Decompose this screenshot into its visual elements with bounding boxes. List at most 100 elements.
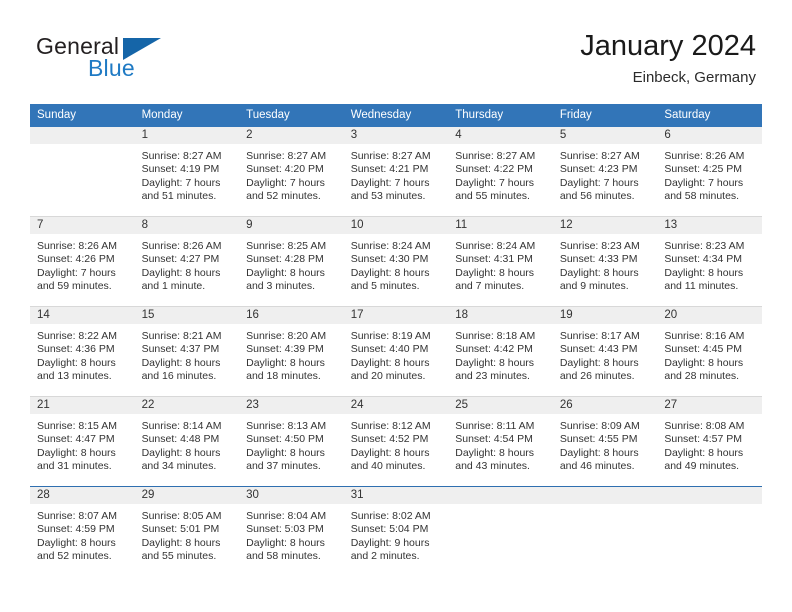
- daylight-text-line1: Daylight: 8 hours: [141, 266, 221, 279]
- day-number: 21: [30, 397, 135, 414]
- sunrise-text: Sunrise: 8:27 AM: [246, 150, 327, 162]
- calendar-day-cell[interactable]: 25 Sunrise: 8:11 AM Sunset: 4:54 PM Dayl…: [448, 396, 553, 487]
- calendar-day-cell[interactable]: 7 Sunrise: 8:26 AM Sunset: 4:26 PM Dayli…: [30, 216, 135, 307]
- daylight-text-line1: Daylight: 8 hours: [246, 536, 325, 549]
- calendar-day-cell[interactable]: 1 Sunrise: 8:27 AM Sunset: 4:19 PM Dayli…: [134, 127, 240, 217]
- calendar-day-cell[interactable]: 14 Sunrise: 8:22 AM Sunset: 4:36 PM Dayl…: [30, 306, 135, 397]
- sunset-text: Sunset: 4:57 PM: [664, 433, 743, 446]
- calendar-day-cell[interactable]: 22 Sunrise: 8:14 AM Sunset: 4:48 PM Dayl…: [134, 396, 240, 487]
- calendar-day-cell[interactable]: 10 Sunrise: 8:24 AM Sunset: 4:30 PM Dayl…: [343, 216, 449, 307]
- calendar-day-cell[interactable]: 18 Sunrise: 8:18 AM Sunset: 4:42 PM Dayl…: [448, 306, 553, 397]
- brand-logo[interactable]: General Blue: [36, 33, 266, 89]
- calendar-table: Sunday Monday Tuesday Wednesday Thursday…: [30, 104, 762, 576]
- title-block: January 2024 Einbeck, Germany: [580, 28, 756, 89]
- sunset-text: Sunset: 4:28 PM: [246, 253, 324, 266]
- brand-name-blue: Blue: [88, 55, 135, 81]
- daylight-text-line2: and 7 minutes.: [455, 280, 525, 293]
- weekday-header-monday: Monday: [134, 104, 240, 127]
- day-number: [657, 487, 762, 504]
- day-details: Sunrise: 8:22 AM Sunset: 4:36 PM Dayligh…: [30, 324, 135, 384]
- calendar-day-cell[interactable]: 4 Sunrise: 8:27 AM Sunset: 4:22 PM Dayli…: [448, 127, 553, 217]
- sunrise-text: Sunrise: 8:12 AM: [350, 420, 431, 432]
- calendar-day-cell[interactable]: 26 Sunrise: 8:09 AM Sunset: 4:55 PM Dayl…: [552, 396, 658, 487]
- day-details: [448, 504, 553, 510]
- day-details: Sunrise: 8:26 AM Sunset: 4:25 PM Dayligh…: [657, 144, 762, 204]
- day-number: 4: [448, 127, 553, 144]
- sunset-text: Sunset: 4:23 PM: [559, 163, 638, 176]
- daylight-text-line1: Daylight: 8 hours: [559, 266, 639, 279]
- calendar-day-cell[interactable]: 23 Sunrise: 8:13 AM Sunset: 4:50 PM Dayl…: [239, 396, 344, 487]
- calendar-day-cell[interactable]: 12 Sunrise: 8:23 AM Sunset: 4:33 PM Dayl…: [552, 216, 658, 307]
- calendar-day-cell[interactable]: 19 Sunrise: 8:17 AM Sunset: 4:43 PM Dayl…: [552, 306, 658, 397]
- page-header: General Blue January 2024 Einbeck, Germa…: [0, 0, 792, 100]
- calendar-day-cell[interactable]: 24 Sunrise: 8:12 AM Sunset: 4:52 PM Dayl…: [343, 396, 449, 487]
- daylight-text-line1: Daylight: 8 hours: [141, 536, 221, 549]
- day-number: 2: [239, 127, 344, 144]
- daylight-text-line2: and 11 minutes.: [664, 280, 739, 293]
- calendar-day-cell[interactable]: 30 Sunrise: 8:04 AM Sunset: 5:03 PM Dayl…: [239, 486, 344, 576]
- day-number: 28: [30, 487, 135, 504]
- sunrise-text: Sunrise: 8:05 AM: [141, 510, 222, 522]
- day-details: Sunrise: 8:09 AM Sunset: 4:55 PM Dayligh…: [553, 414, 658, 474]
- day-details: Sunrise: 8:17 AM Sunset: 4:43 PM Dayligh…: [553, 324, 658, 384]
- calendar-day-cell[interactable]: 8 Sunrise: 8:26 AM Sunset: 4:27 PM Dayli…: [134, 216, 240, 307]
- calendar-day-cell[interactable]: 2 Sunrise: 8:27 AM Sunset: 4:20 PM Dayli…: [239, 127, 344, 217]
- calendar-day-cell[interactable]: 9 Sunrise: 8:25 AM Sunset: 4:28 PM Dayli…: [239, 216, 344, 307]
- calendar-day-cell[interactable]: 27 Sunrise: 8:08 AM Sunset: 4:57 PM Dayl…: [657, 396, 762, 487]
- sunset-text: Sunset: 4:20 PM: [246, 163, 324, 176]
- calendar-day-cell[interactable]: [30, 127, 135, 217]
- calendar-day-cell[interactable]: 11 Sunrise: 8:24 AM Sunset: 4:31 PM Dayl…: [448, 216, 553, 307]
- calendar-day-cell[interactable]: 17 Sunrise: 8:19 AM Sunset: 4:40 PM Dayl…: [343, 306, 449, 397]
- calendar-day-cell[interactable]: 29 Sunrise: 8:05 AM Sunset: 5:01 PM Dayl…: [134, 486, 240, 576]
- sunset-text: Sunset: 4:30 PM: [350, 253, 429, 266]
- calendar-day-cell[interactable]: 15 Sunrise: 8:21 AM Sunset: 4:37 PM Dayl…: [134, 306, 240, 397]
- calendar-day-cell[interactable]: 20 Sunrise: 8:16 AM Sunset: 4:45 PM Dayl…: [657, 306, 762, 397]
- daylight-text-line1: Daylight: 7 hours: [246, 176, 325, 189]
- daylight-text-line1: Daylight: 7 hours: [37, 266, 116, 279]
- day-number: 27: [657, 397, 762, 414]
- calendar-day-cell[interactable]: [448, 486, 553, 576]
- sunrise-text: Sunrise: 8:27 AM: [141, 150, 222, 162]
- day-number: 24: [343, 397, 449, 414]
- daylight-text-line2: and 56 minutes.: [559, 190, 635, 203]
- day-number: 14: [30, 307, 135, 324]
- day-number: 26: [552, 397, 658, 414]
- sunset-text: Sunset: 4:47 PM: [37, 433, 115, 446]
- day-details: Sunrise: 8:04 AM Sunset: 5:03 PM Dayligh…: [239, 504, 344, 564]
- sunset-text: Sunset: 4:52 PM: [350, 433, 429, 446]
- daylight-text-line2: and 26 minutes.: [559, 370, 635, 383]
- sunrise-text: Sunrise: 8:11 AM: [455, 420, 535, 432]
- calendar-day-cell[interactable]: 16 Sunrise: 8:20 AM Sunset: 4:39 PM Dayl…: [239, 306, 344, 397]
- sunset-text: Sunset: 4:25 PM: [664, 163, 743, 176]
- day-details: Sunrise: 8:27 AM Sunset: 4:19 PM Dayligh…: [135, 144, 240, 204]
- sunrise-text: Sunrise: 8:19 AM: [350, 330, 431, 342]
- day-number: 12: [552, 217, 658, 234]
- daylight-text-line1: Daylight: 8 hours: [455, 266, 535, 279]
- calendar-day-cell[interactable]: [657, 486, 762, 576]
- calendar-day-cell[interactable]: 6 Sunrise: 8:26 AM Sunset: 4:25 PM Dayli…: [657, 127, 762, 217]
- day-details: Sunrise: 8:05 AM Sunset: 5:01 PM Dayligh…: [135, 504, 240, 564]
- calendar-day-cell[interactable]: 31 Sunrise: 8:02 AM Sunset: 5:04 PM Dayl…: [343, 486, 449, 576]
- calendar-day-cell[interactable]: 21 Sunrise: 8:15 AM Sunset: 4:47 PM Dayl…: [30, 396, 135, 487]
- daylight-text-line1: Daylight: 7 hours: [455, 176, 535, 189]
- day-number: 15: [134, 307, 240, 324]
- day-number: 11: [448, 217, 553, 234]
- sunset-text: Sunset: 5:03 PM: [246, 523, 324, 536]
- day-details: Sunrise: 8:08 AM Sunset: 4:57 PM Dayligh…: [657, 414, 762, 474]
- sunrise-text: Sunrise: 8:23 AM: [664, 240, 745, 252]
- daylight-text-line1: Daylight: 9 hours: [350, 536, 430, 549]
- sunset-text: Sunset: 4:21 PM: [350, 163, 429, 176]
- sunrise-text: Sunrise: 8:21 AM: [141, 330, 222, 342]
- calendar-day-cell[interactable]: 5 Sunrise: 8:27 AM Sunset: 4:23 PM Dayli…: [552, 127, 658, 217]
- day-details: Sunrise: 8:27 AM Sunset: 4:21 PM Dayligh…: [344, 144, 449, 204]
- calendar-day-cell[interactable]: 3 Sunrise: 8:27 AM Sunset: 4:21 PM Dayli…: [343, 127, 449, 217]
- calendar-day-cell[interactable]: 13 Sunrise: 8:23 AM Sunset: 4:34 PM Dayl…: [657, 216, 762, 307]
- sunrise-text: Sunrise: 8:27 AM: [559, 150, 640, 162]
- calendar-day-cell[interactable]: 28 Sunrise: 8:07 AM Sunset: 4:59 PM Dayl…: [30, 486, 135, 576]
- sunset-text: Sunset: 4:36 PM: [37, 343, 115, 356]
- daylight-text-line2: and 49 minutes.: [664, 460, 740, 473]
- sunset-text: Sunset: 4:50 PM: [246, 433, 324, 446]
- sunrise-text: Sunrise: 8:24 AM: [350, 240, 431, 252]
- weekday-header-wednesday: Wednesday: [343, 104, 449, 127]
- calendar-day-cell[interactable]: [552, 486, 658, 576]
